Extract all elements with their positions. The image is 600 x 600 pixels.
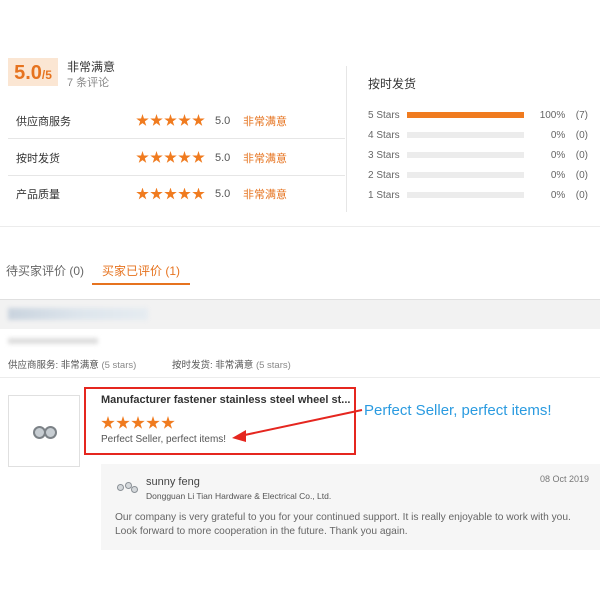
distribution-label: 4 Stars [368, 129, 400, 141]
star-icon [146, 416, 160, 429]
active-tab-indicator [92, 283, 190, 285]
distribution-percent: 0% [550, 189, 566, 201]
star-icon [178, 114, 191, 126]
rating-row-quality: 产品质量 5.0 非常满意 [8, 176, 345, 212]
star-icon [150, 187, 163, 200]
summary-stars: (5 stars) [255, 360, 291, 371]
review-divider [0, 377, 600, 378]
rating-text: 非常满意 [243, 115, 287, 128]
distribution-row: 1 Stars 0% (0) [368, 188, 588, 202]
rating-stars [136, 151, 205, 164]
review-count: 7 条评论 [67, 77, 110, 89]
review-comment: Perfect Seller, perfect items! [101, 434, 227, 445]
blurred-buyer-info [8, 338, 98, 344]
reply-text: Our company is very grateful to you for … [115, 512, 571, 537]
section-divider [0, 226, 600, 227]
rating-label: 产品质量 [16, 189, 60, 201]
distribution-percent: 100% [539, 109, 566, 121]
rating-text: 非常满意 [243, 152, 287, 165]
reply-date: 08 Oct 2019 [540, 474, 590, 484]
supplier-logo-icon [115, 478, 139, 494]
distribution-count: (0) [575, 189, 588, 201]
star-icon [136, 151, 149, 163]
rating-score: 5.0 [215, 151, 231, 164]
review-summary-shipping: 按时发货: 非常满意 (5 stars) [172, 357, 291, 371]
star-icon [131, 416, 145, 429]
divider [346, 66, 347, 212]
summary-label: 按时发货: [172, 360, 213, 371]
overall-score: 5.0 [14, 62, 42, 84]
star-icon [164, 151, 177, 163]
tab-completed-reviews[interactable]: 买家已评价 (1) [102, 262, 180, 279]
distribution-count: (0) [575, 129, 588, 141]
distribution-bar [407, 112, 524, 118]
blurred-buyer-name [8, 308, 148, 320]
distribution-percent: 0% [550, 169, 566, 181]
callout-text: Perfect Seller, perfect items! [364, 402, 552, 419]
rating-text: 非常满意 [243, 189, 287, 201]
rating-row-shipping: 按时发货 5.0 非常满意 [8, 140, 345, 176]
product-rating-stars [101, 416, 175, 430]
star-icon [178, 151, 191, 163]
rating-stars [136, 187, 205, 201]
distribution-row: 3 Stars 0% (0) [368, 148, 588, 162]
summary-stars: (5 stars) [101, 360, 137, 371]
distribution-bar [407, 152, 524, 158]
distribution-count: (0) [575, 169, 588, 181]
distribution-label: 5 Stars [368, 109, 400, 121]
star-icon [101, 416, 115, 429]
distribution-title: 按时发货 [368, 77, 417, 91]
distribution-count: (7) [575, 109, 588, 121]
summary-label: 供应商服务: [8, 360, 59, 371]
product-image [33, 424, 57, 439]
product-title-link[interactable]: Manufacturer fastener stainless steel wh… [101, 394, 351, 406]
reply-author-name: sunny feng [146, 476, 200, 488]
overall-scale: /5 [41, 68, 52, 82]
distribution-fill [407, 112, 524, 118]
summary-value: 非常满意 [215, 360, 254, 371]
distribution-bar [407, 192, 524, 198]
star-icon [150, 114, 163, 126]
rating-row-service: 供应商服务 5.0 非常满意 [8, 103, 345, 139]
distribution-bar [407, 132, 524, 138]
product-thumbnail[interactable] [8, 395, 80, 467]
star-icon [178, 187, 191, 200]
distribution-label: 2 Stars [368, 169, 400, 181]
distribution-label: 3 Stars [368, 149, 400, 161]
review-summary-service: 供应商服务: 非常满意 (5 stars) [8, 357, 136, 371]
star-icon [161, 416, 175, 429]
rating-label: 按时发货 [16, 152, 60, 165]
distribution-percent: 0% [550, 129, 566, 141]
star-icon [150, 151, 163, 163]
tab-pending-reviews[interactable]: 待买家评价 (0) [6, 262, 84, 279]
star-icon [192, 114, 205, 126]
distribution-count: (0) [575, 149, 588, 161]
distribution-percent: 0% [550, 149, 566, 161]
reply-company-name: Dongguan Li Tian Hardware & Electrical C… [146, 491, 332, 501]
star-icon [164, 187, 177, 200]
star-icon [192, 151, 205, 163]
distribution-label: 1 Stars [368, 189, 400, 201]
star-icon [136, 114, 149, 126]
rating-label: 供应商服务 [16, 115, 71, 128]
distribution-row: 5 Stars 100% (7) [368, 108, 588, 122]
star-icon [192, 187, 205, 200]
distribution-bar [407, 172, 524, 178]
rating-score: 5.0 [215, 114, 231, 127]
distribution-row: 4 Stars 0% (0) [368, 128, 588, 142]
summary-value: 非常满意 [60, 360, 99, 371]
rating-score: 5.0 [215, 188, 231, 200]
rating-stars [136, 114, 205, 127]
overall-label: 非常满意 [67, 60, 116, 74]
star-icon [164, 114, 177, 126]
distribution-row: 2 Stars 0% (0) [368, 168, 588, 182]
overall-score-badge: 5.0 /5 [8, 58, 58, 86]
star-icon [136, 187, 149, 200]
star-icon [116, 416, 130, 429]
